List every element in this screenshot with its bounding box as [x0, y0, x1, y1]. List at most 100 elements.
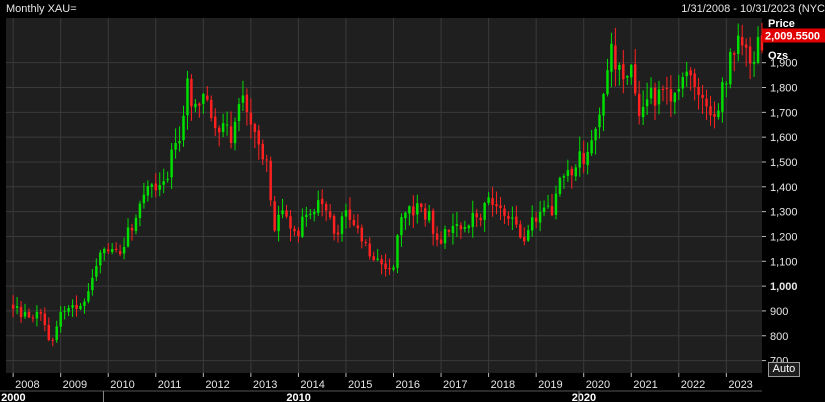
candle-body — [328, 211, 332, 218]
candle-body — [11, 304, 15, 309]
candle-body — [332, 216, 336, 234]
candle-body — [257, 130, 261, 145]
candle-body — [622, 64, 625, 80]
candle-body — [396, 235, 399, 268]
y-tick-label: 1,200 — [770, 231, 798, 243]
candle-body — [150, 184, 154, 187]
candle-body — [423, 208, 427, 220]
candle-body — [356, 225, 360, 229]
candle-body — [51, 339, 54, 341]
candle-body — [324, 204, 328, 211]
x-tick-label: 2008 — [15, 379, 39, 391]
candle-body — [316, 200, 320, 213]
candle-body — [166, 178, 169, 181]
x-tick-label: 2021 — [633, 379, 657, 391]
decade-label: 2000 — [1, 392, 25, 402]
candle-body — [241, 95, 245, 103]
y-tick-label: 800 — [770, 331, 788, 343]
candle-body — [558, 178, 562, 195]
candle-body — [507, 215, 510, 219]
candle-body — [229, 126, 233, 143]
x-tick-label: 2019 — [538, 379, 562, 391]
candle-body — [669, 89, 673, 102]
candle-body — [35, 311, 39, 319]
candle-body — [645, 99, 649, 107]
x-tick-label: 2015 — [348, 379, 372, 391]
candle-body — [574, 167, 578, 177]
candle-body — [483, 202, 486, 220]
candle-body — [182, 115, 185, 141]
candle-body — [249, 112, 253, 125]
candle-body — [162, 181, 165, 185]
candle-body — [420, 203, 423, 208]
candle-body — [225, 124, 229, 126]
auto-scale-button[interactable]: Auto — [768, 362, 800, 377]
candle-body — [305, 214, 308, 218]
candle-body — [210, 99, 213, 119]
candle-body — [463, 227, 467, 229]
candle-body — [344, 210, 348, 217]
candle-body — [273, 201, 276, 231]
candle-body — [562, 176, 566, 178]
candle-body — [511, 217, 514, 219]
x-tick-label: 2014 — [300, 379, 324, 391]
candle-body — [261, 143, 264, 160]
candle-body — [95, 266, 98, 277]
candle-body — [633, 64, 637, 94]
candle-body — [725, 83, 728, 85]
candle-body — [736, 35, 740, 54]
candle-body — [546, 205, 550, 207]
candle-body — [416, 203, 419, 215]
candle-body — [233, 121, 237, 144]
candle-body — [689, 70, 692, 76]
y-tick-label: 1,500 — [770, 157, 798, 169]
x-tick-label: 2023 — [728, 379, 752, 391]
candle-body — [146, 185, 150, 196]
candle-body — [515, 216, 518, 225]
candle-body — [487, 197, 490, 204]
y-tick-label: 900 — [770, 306, 788, 318]
candle-body — [186, 78, 189, 116]
candle-body — [213, 116, 217, 129]
candle-body — [499, 205, 502, 208]
candle-body — [681, 76, 684, 89]
candle-body — [388, 268, 391, 270]
candle-body — [138, 203, 142, 218]
y-tick-label: 1,000 — [770, 281, 798, 293]
candle-body — [570, 168, 574, 176]
candle-body — [237, 104, 241, 121]
candle-body — [566, 170, 570, 176]
candle-body — [39, 311, 43, 314]
candle-body — [170, 149, 173, 178]
candle-body — [641, 106, 645, 118]
decade-label: 2020 — [572, 392, 596, 402]
candle-body — [384, 263, 387, 270]
candle-body — [752, 61, 756, 64]
candle-body — [15, 306, 19, 308]
candle-body — [217, 127, 221, 133]
candle-body — [277, 214, 280, 232]
candle-body — [27, 311, 31, 318]
x-tick-label: 2020 — [586, 379, 610, 391]
candle-body — [519, 224, 522, 238]
candle-body — [713, 114, 716, 117]
candle-body — [31, 317, 35, 319]
candle-body — [269, 160, 272, 201]
x-tick-label: 2011 — [158, 379, 182, 391]
candle-body — [748, 46, 752, 64]
candle-body — [554, 193, 558, 215]
decade-label: 2010 — [286, 392, 310, 402]
candle-body — [47, 325, 51, 340]
candle-body — [19, 306, 23, 318]
candle-body — [598, 114, 601, 128]
candle-body — [126, 227, 130, 247]
candle-body — [701, 94, 704, 98]
candle-body — [471, 212, 474, 227]
candle-body — [158, 185, 161, 190]
candle-body — [297, 230, 300, 236]
candle-body — [313, 211, 316, 215]
x-tick-label: 2010 — [110, 379, 134, 391]
candle-body — [87, 291, 90, 302]
candle-body — [665, 87, 669, 89]
x-tick-label: 2018 — [491, 379, 515, 391]
